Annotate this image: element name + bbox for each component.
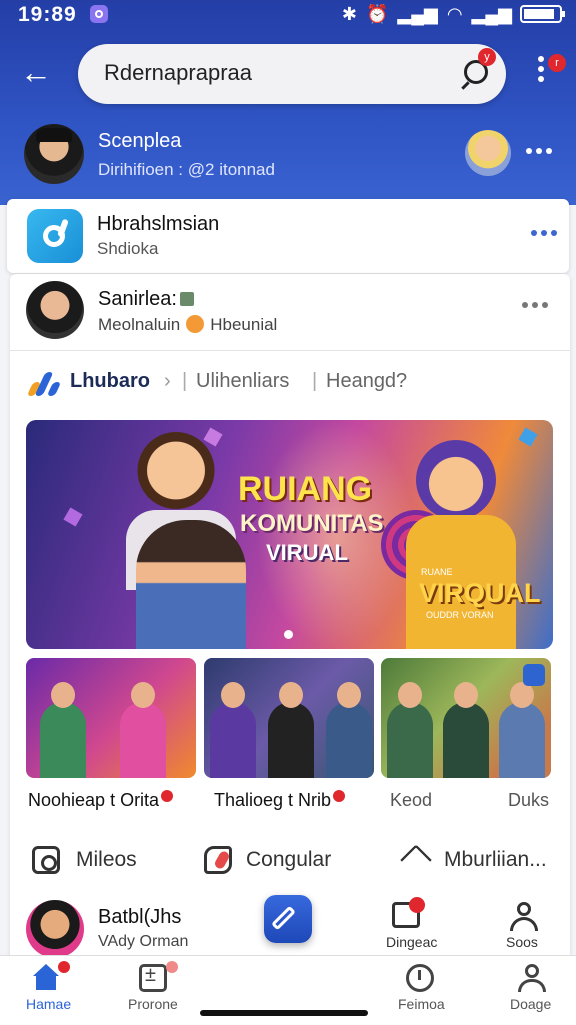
notification-dot xyxy=(161,790,174,802)
person-figure xyxy=(387,682,433,778)
search-bar[interactable]: Rdernaprapraa y xyxy=(78,44,506,104)
alarm-icon: ⏰ xyxy=(365,4,389,24)
thumbnail-label[interactable]: Keod xyxy=(390,790,432,811)
wifi-icon: ◠ xyxy=(446,4,463,24)
nav-feed[interactable]: Feimoa xyxy=(398,996,445,1012)
thumbnail-label[interactable]: Duks xyxy=(508,790,549,811)
profile-label: Soos xyxy=(506,934,538,950)
video-thumbnail[interactable] xyxy=(26,658,196,778)
sparkle xyxy=(203,427,223,447)
home-badge xyxy=(58,961,70,973)
congular-button[interactable]: Congular xyxy=(246,848,331,872)
person-figure xyxy=(326,682,372,778)
app-card-subtitle: Shdioka xyxy=(97,239,159,258)
signal-icon-2: ▂▄▆ xyxy=(471,4,512,24)
profile-avatar[interactable] xyxy=(465,130,511,176)
overflow-menu-icon[interactable] xyxy=(538,56,546,90)
person-figure xyxy=(268,682,314,778)
post-more-icon[interactable] xyxy=(522,302,548,308)
menu-badge: r xyxy=(548,54,566,72)
search-input[interactable]: Rdernaprapraa xyxy=(104,60,252,86)
nav-promo[interactable]: Prorone xyxy=(128,996,178,1012)
home-indicator[interactable] xyxy=(200,1010,368,1016)
person-figure xyxy=(443,682,489,778)
breadcrumb-item[interactable]: Ulihenliars xyxy=(196,370,289,393)
post-author-name[interactable]: Sanirlea: xyxy=(98,288,194,311)
hero-small-text: RUANE xyxy=(421,567,453,577)
breadcrumb-separator: | xyxy=(312,370,318,392)
app-card-title: Hbrahslmsian xyxy=(97,213,220,235)
user-subtitle: VAdy Orman xyxy=(98,933,189,950)
brand-logo-icon xyxy=(26,370,62,396)
profile-icon[interactable] xyxy=(510,902,538,932)
bluetooth-icon: ✱ xyxy=(341,4,357,24)
user-avatar[interactable] xyxy=(26,900,84,958)
hero-banner[interactable]: RUIANG KOMUNITAS VIRUAL RUANE VIRQUAL OU… xyxy=(26,420,553,649)
chevron-right-icon: › xyxy=(164,370,171,392)
more-options-icon[interactable] xyxy=(526,148,552,154)
hero-title: RUIANG xyxy=(238,470,373,508)
home-icon[interactable] xyxy=(32,964,60,992)
hero-title: KOMUNITAS xyxy=(240,510,384,537)
hero-small-text: OUDDR VORAN xyxy=(426,610,494,620)
hero-title: VIRUAL xyxy=(266,540,348,565)
camera-icon[interactable] xyxy=(32,846,60,874)
sparkle xyxy=(518,427,538,447)
app-card-more-icon[interactable] xyxy=(531,230,557,236)
breadcrumb-item[interactable]: Heangd? xyxy=(326,370,407,393)
breadcrumb-brand[interactable]: Lhubaro xyxy=(70,370,150,393)
user-name[interactable]: Scenplea xyxy=(98,130,181,153)
emoji-icon xyxy=(186,315,205,333)
person-figure xyxy=(499,682,545,778)
sparkle xyxy=(63,507,83,527)
breadcrumb-separator: | xyxy=(182,370,188,392)
notification-app-icon xyxy=(90,5,108,23)
avatar[interactable] xyxy=(24,124,84,184)
post-subtitle: Meolnaluin Hbeunial xyxy=(98,315,278,334)
person-figure xyxy=(120,682,166,778)
status-icons: ✱ ⏰ ▂▄▆ ◠ ▂▄▆ xyxy=(342,4,512,24)
user-subtitle: Dirihifioen : @2 itonnad xyxy=(98,160,275,179)
message-label: Dingeac xyxy=(386,934,438,950)
add-post-icon[interactable] xyxy=(139,964,167,992)
cartoon-character xyxy=(136,430,216,520)
compose-button[interactable] xyxy=(264,895,312,943)
app-card[interactable]: Hbrahslmsian Shdioka xyxy=(7,199,569,273)
clock-icon[interactable] xyxy=(406,964,434,992)
channel-badge-icon xyxy=(523,664,545,686)
nav-profile[interactable]: Doage xyxy=(510,996,551,1012)
divider xyxy=(10,350,570,351)
person-figure xyxy=(210,682,256,778)
search-badge: y xyxy=(478,48,496,66)
battery-icon xyxy=(520,5,565,23)
status-time: 19:89 xyxy=(18,3,77,26)
videos-button[interactable]: Mileos xyxy=(76,848,137,872)
woman-figure xyxy=(136,520,246,649)
more-action-button[interactable]: Mburliian... xyxy=(444,848,547,872)
notification-dot xyxy=(333,790,346,802)
profile-nav-icon[interactable] xyxy=(518,964,546,992)
bag-icon xyxy=(179,292,194,306)
sticker-icon[interactable] xyxy=(204,846,232,874)
signal-icon: ▂▄▆ xyxy=(397,4,438,24)
video-thumbnail[interactable] xyxy=(381,658,551,778)
nav-home[interactable]: Hamae xyxy=(26,996,71,1012)
video-thumbnail[interactable] xyxy=(204,658,374,778)
cartoon-character xyxy=(416,440,496,520)
thumbnail-label[interactable]: Thalioeg t Nrib xyxy=(214,790,346,811)
back-arrow-icon[interactable]: ← xyxy=(20,55,52,89)
status-bar: 19:89 ✱ ⏰ ▂▄▆ ◠ ▂▄▆ xyxy=(0,0,576,30)
post-author-avatar[interactable] xyxy=(26,281,84,339)
add-badge xyxy=(166,961,178,973)
thumbnail-label[interactable]: Noohieap t Orita xyxy=(28,790,174,811)
person-figure xyxy=(40,682,86,778)
message-icon[interactable] xyxy=(392,897,425,928)
user-name[interactable]: Batbl(Jhs xyxy=(98,906,181,929)
app-logo-icon xyxy=(27,209,83,263)
carousel-indicator[interactable] xyxy=(284,630,293,639)
hero-subtitle: VIRQUAL xyxy=(419,578,541,608)
